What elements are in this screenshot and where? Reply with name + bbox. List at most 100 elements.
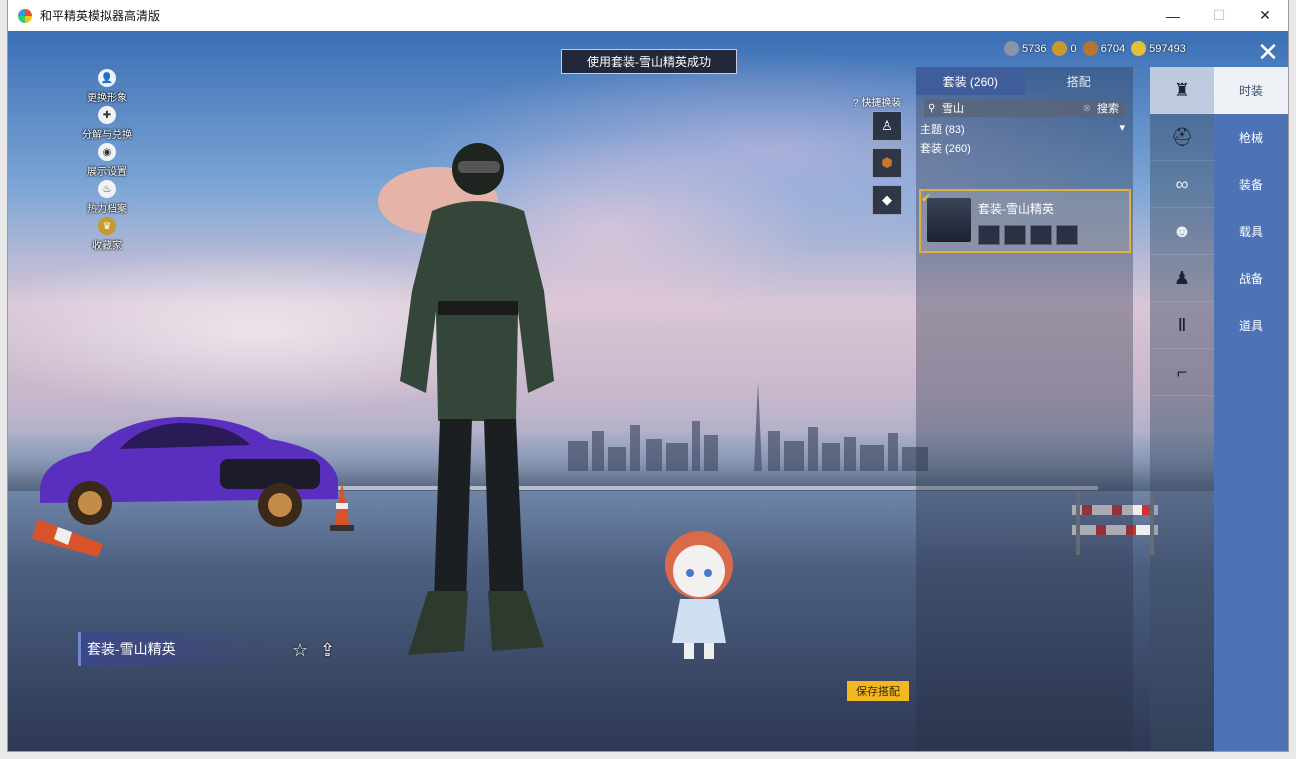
currency-bar: 5736 0 6704 597493 xyxy=(1004,41,1186,56)
currency-value: 597493 xyxy=(1149,42,1186,55)
currency-value: 0 xyxy=(1070,42,1077,55)
minimize-button[interactable]: — xyxy=(1150,0,1196,31)
currency-value: 6704 xyxy=(1100,42,1126,55)
theme-filter[interactable]: 主题 (83) ▾ xyxy=(920,121,1125,137)
category-equipment[interactable]: 装备 xyxy=(1214,161,1288,208)
currency-gold[interactable]: 0 xyxy=(1052,41,1077,56)
mask-icon: ☻ xyxy=(1172,220,1192,241)
trophy-icon: ♛ xyxy=(98,217,116,235)
search-input[interactable]: 雪山 xyxy=(942,100,1083,116)
outfit-name-text: 套装-雪山精英 xyxy=(87,641,176,657)
slot-pants[interactable]: Ⅱ xyxy=(1150,302,1214,349)
badge-icon: ⬢ xyxy=(881,155,893,170)
currency-yellow[interactable]: 597493 xyxy=(1131,41,1186,56)
theme-filter-label: 主题 (83) xyxy=(920,124,965,136)
currency-bronze[interactable]: 6704 xyxy=(1082,41,1126,56)
boots-icon: ⌐ xyxy=(1176,361,1188,382)
favorite-star-icon[interactable]: ☆ xyxy=(292,640,308,661)
outfit-card[interactable]: ✔ 套装-雪山精英 xyxy=(919,189,1131,253)
left-menu: 👤 更换形象 ✚ 分解与兑换 ◉ 展示设置 ♨ 热力档案 ♛ 收藏家 xyxy=(72,69,142,254)
outfit-parts xyxy=(978,225,1078,245)
emblem-icon: ◆ xyxy=(882,192,892,207)
category-vehicles[interactable]: 载具 xyxy=(1214,208,1288,255)
slot-boots[interactable]: ⌐ xyxy=(1150,349,1214,396)
left-menu-label: 热力档案 xyxy=(87,204,127,215)
player-character xyxy=(378,143,554,655)
outfit-thumbnail xyxy=(927,198,971,242)
goggles-icon: ∞ xyxy=(1175,173,1189,194)
help-icon: ? xyxy=(853,98,859,109)
clear-icon[interactable]: ⊗ xyxy=(1083,103,1091,114)
part-thumbnail[interactable] xyxy=(1004,225,1026,245)
change-appearance-button[interactable]: 👤 更换形象 xyxy=(72,69,142,106)
puzzle-icon: ✚ xyxy=(98,106,116,124)
person-icon: 👤 xyxy=(98,69,116,87)
quick-swap-slot-outfit[interactable]: ♙ xyxy=(872,111,902,141)
current-outfit-name: 套装-雪山精英 xyxy=(78,632,271,666)
left-menu-label: 分解与兑换 xyxy=(82,130,132,141)
slot-icon-strip: ♜ ⛑ ∞ ☻ ♟ Ⅱ ⌐ xyxy=(1150,67,1214,751)
window-title: 和平精英模拟器高清版 xyxy=(40,9,161,23)
pants-icon: Ⅱ xyxy=(1177,314,1187,335)
currency-silver[interactable]: 5736 xyxy=(1004,41,1046,56)
search-icon: ⚲ xyxy=(928,102,936,114)
figure-icon: ♙ xyxy=(881,118,893,133)
decompose-exchange-button[interactable]: ✚ 分解与兑换 xyxy=(72,106,142,143)
heat-archive-button[interactable]: ♨ 热力档案 xyxy=(72,180,142,217)
part-thumbnail[interactable] xyxy=(1056,225,1078,245)
success-toast: 使用套装-雪山精英成功 xyxy=(561,49,737,74)
jacket-icon: ♟ xyxy=(1173,267,1191,288)
quick-swap-text: 快捷换装 xyxy=(861,98,902,109)
panel-tabs: 套装 (260) 搭配 xyxy=(916,67,1133,95)
outfit-card-name: 套装-雪山精英 xyxy=(978,202,1054,216)
quick-swap-slot-badge[interactable]: ⬢ xyxy=(872,148,902,178)
app-logo-icon xyxy=(18,8,32,23)
slot-helmet[interactable]: ⛑ xyxy=(1150,114,1214,161)
category-sidebar: 时装 枪械 装备 载具 战备 道具 xyxy=(1214,67,1288,751)
slot-jacket[interactable]: ♟ xyxy=(1150,255,1214,302)
city-skyline xyxy=(568,381,928,471)
category-weapons[interactable]: 枪械 xyxy=(1214,114,1288,161)
game-viewport: 使用套装-雪山精英成功 👤 更换形象 ✚ 分解与兑换 ◉ 展示设置 ♨ 热力档案… xyxy=(8,31,1288,751)
helmet-icon: ⛑ xyxy=(1170,126,1194,147)
collector-button[interactable]: ♛ 收藏家 xyxy=(72,217,142,254)
outfit-icon: ♜ xyxy=(1173,79,1191,100)
eye-icon: ◉ xyxy=(98,143,116,161)
coin-gold-icon xyxy=(1052,41,1068,56)
category-fashion[interactable]: 时装 xyxy=(1214,67,1288,114)
part-thumbnail[interactable] xyxy=(978,225,1000,245)
category-items[interactable]: 道具 xyxy=(1214,302,1288,349)
tab-outfits[interactable]: 套装 (260) xyxy=(916,67,1025,95)
coin-yellow-icon xyxy=(1131,41,1147,56)
left-menu-label: 展示设置 xyxy=(87,167,127,178)
part-thumbnail[interactable] xyxy=(1030,225,1052,245)
outfit-panel: 套装 (260) 搭配 ⚲ 雪山 ⊗ 搜索 主题 (83) ▾ 套装 (260)… xyxy=(916,67,1133,751)
tab-match[interactable]: 搭配 xyxy=(1025,67,1134,95)
checkmark-icon: ✔ xyxy=(921,191,932,205)
slot-outfit[interactable]: ♜ xyxy=(1150,67,1214,114)
close-window-button[interactable]: ✕ xyxy=(1242,0,1288,31)
share-icon[interactable]: ⇪ xyxy=(320,640,335,661)
slot-mask[interactable]: ☻ xyxy=(1150,208,1214,255)
pet-doll xyxy=(665,531,733,659)
display-settings-button[interactable]: ◉ 展示设置 xyxy=(72,143,142,180)
close-icon[interactable]: ✕ xyxy=(1254,38,1282,66)
slot-goggles[interactable]: ∞ xyxy=(1150,161,1214,208)
left-menu-label: 收藏家 xyxy=(92,241,122,252)
save-outfit-button[interactable]: 保存搭配 xyxy=(847,681,909,701)
title-bar: 和平精英模拟器高清版 — ☐ ✕ xyxy=(8,0,1288,31)
quick-swap-label[interactable]: ? 快捷换装 xyxy=(853,94,901,109)
quick-swap-slot-emblem[interactable]: ◆ xyxy=(872,185,902,215)
maximize-button[interactable]: ☐ xyxy=(1196,0,1242,31)
chevron-down-icon: ▾ xyxy=(1119,122,1125,134)
search-bar[interactable]: ⚲ 雪山 ⊗ 搜索 xyxy=(924,99,1125,117)
traffic-cone xyxy=(32,519,103,557)
search-button[interactable]: 搜索 xyxy=(1097,100,1119,116)
category-combat-prep[interactable]: 战备 xyxy=(1214,255,1288,302)
app-window: 和平精英模拟器高清版 — ☐ ✕ 使用套装-雪山精英成功 👤 更换形象 ✚ 分解… xyxy=(8,0,1288,751)
currency-value: 5736 xyxy=(1022,42,1047,55)
flame-icon: ♨ xyxy=(98,180,116,198)
left-menu-label: 更换形象 xyxy=(87,93,127,104)
section-header: 套装 (260) xyxy=(920,143,971,155)
coin-silver-icon xyxy=(1004,41,1019,56)
